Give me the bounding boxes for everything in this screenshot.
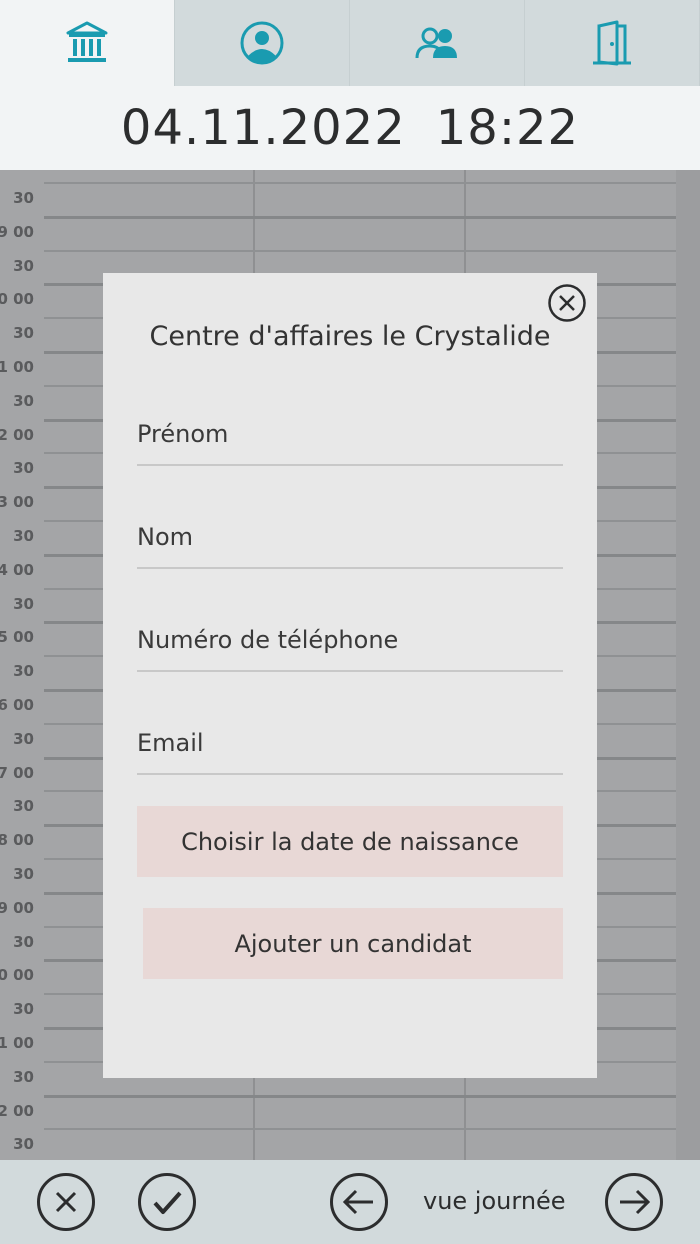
first-name-field[interactable]: Prénom: [137, 410, 563, 466]
tab-candidates[interactable]: [350, 0, 525, 86]
add-candidate-button[interactable]: Ajouter un candidat: [143, 908, 563, 979]
time-slot-label: 30: [13, 797, 34, 816]
time-slot-label: 5 00: [0, 628, 34, 647]
time-slot-label: 30: [13, 1067, 34, 1086]
time-slot-label: 7 00: [0, 763, 34, 782]
time-slot-label: 1 00: [0, 358, 34, 376]
door-exit-icon: [593, 20, 631, 66]
time-slot-label: 30: [13, 865, 34, 883]
date-time-header: 04.11.2022 18:22: [0, 86, 700, 170]
time-slot-label: 30: [13, 189, 34, 207]
last-name-field[interactable]: Nom: [137, 513, 563, 569]
choose-birthdate-button[interactable]: Choisir la date de naissance: [137, 806, 563, 877]
time-gridline: [44, 1128, 676, 1131]
current-date: 04.11.2022: [120, 100, 406, 156]
cancel-icon[interactable]: [36, 1172, 96, 1232]
time-slot-label: 0 00: [0, 966, 34, 985]
time-slot-label: 30: [13, 324, 34, 343]
email-field[interactable]: Email: [137, 719, 563, 775]
time-slot-label: 4 00: [0, 560, 34, 579]
dialog-title: Centre d'affaires le Crystalide: [149, 321, 551, 352]
time-gridline: [44, 249, 676, 252]
first-name-placeholder: Prénom: [137, 420, 229, 448]
time-slot-label: 30: [13, 1000, 34, 1019]
calendar-scrollbar[interactable]: [676, 170, 700, 1160]
tab-profile[interactable]: [175, 0, 350, 86]
users-icon: [415, 27, 457, 59]
time-slot-label: 6 00: [0, 696, 34, 714]
tab-logout[interactable]: [525, 0, 700, 86]
time-gridline: [44, 1094, 676, 1098]
time-slot-label: 30: [13, 459, 34, 478]
time-gridline: [44, 182, 676, 184]
time-slot-label: 30: [13, 256, 34, 275]
close-icon[interactable]: [547, 283, 587, 323]
time-slot-label: 2 00: [0, 1101, 34, 1120]
time-slot-label: 30: [13, 391, 34, 410]
time-slot-label: 30: [13, 527, 34, 545]
time-slot-label: 3 00: [0, 493, 34, 512]
time-slot-label: 8 00: [0, 831, 34, 850]
previous-arrow-icon[interactable]: [329, 1172, 389, 1232]
time-slot-label: 1 00: [0, 1034, 34, 1052]
time-slot-label: 9 00: [0, 898, 34, 917]
top-tab-bar: [0, 0, 700, 86]
time-slot-label: 30: [13, 662, 34, 681]
time-slot-label: 30: [13, 932, 34, 951]
user-circle-icon: [240, 21, 284, 65]
time-slot-label: 2 00: [0, 425, 34, 444]
bottom-toolbar: vue journée: [0, 1160, 700, 1244]
time-slot-label: 30: [13, 594, 34, 613]
time-gridline: [44, 215, 676, 219]
phone-placeholder: Numéro de téléphone: [137, 626, 399, 654]
email-placeholder: Email: [137, 729, 204, 757]
bank-icon: [66, 21, 108, 62]
next-arrow-icon[interactable]: [604, 1172, 664, 1232]
time-slot-label: 30: [13, 729, 34, 748]
confirm-check-icon[interactable]: [137, 1172, 197, 1232]
add-candidate-dialog: Centre d'affaires le Crystalide Prénom N…: [103, 273, 597, 1078]
time-slot-label: 9 00: [0, 222, 34, 241]
time-slot-label: 0 00: [0, 290, 34, 309]
time-slot-label: 30: [13, 1135, 34, 1154]
view-mode-label[interactable]: vue journée: [423, 1187, 566, 1215]
tab-establishment[interactable]: [0, 0, 175, 86]
phone-field[interactable]: Numéro de téléphone: [137, 616, 563, 672]
current-time: 18:22: [435, 100, 580, 156]
last-name-placeholder: Nom: [137, 523, 194, 551]
